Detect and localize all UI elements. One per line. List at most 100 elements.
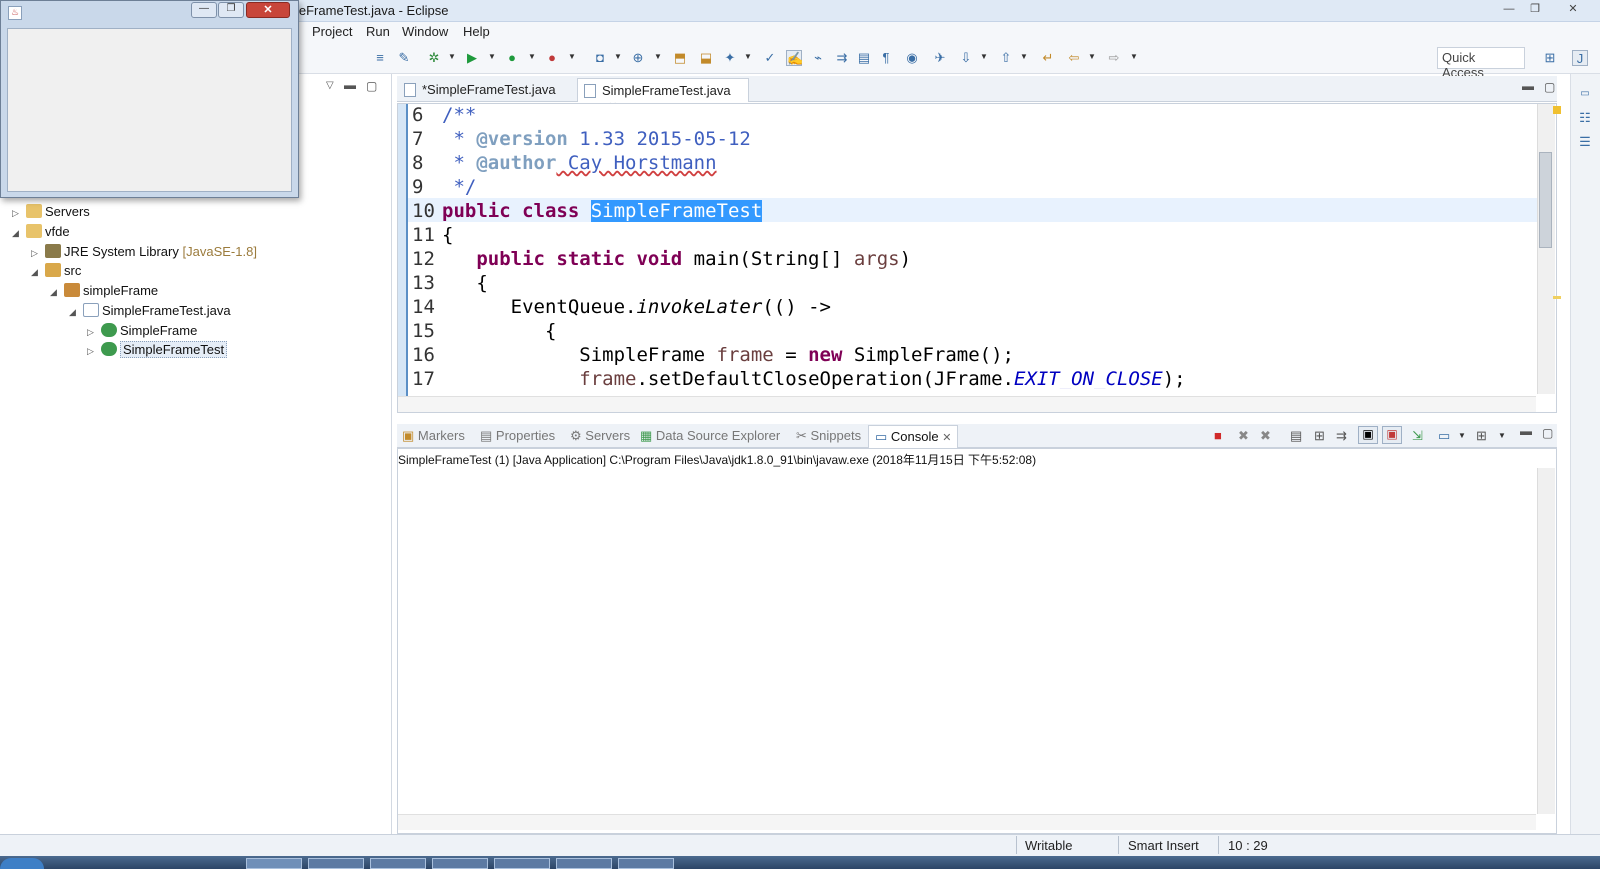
coverage-icon[interactable]: ● xyxy=(504,50,520,66)
pilcrow-icon[interactable]: ¶ xyxy=(878,50,894,66)
java-perspective-icon[interactable]: J xyxy=(1572,50,1588,66)
mark-occurrences-icon[interactable]: ✍ xyxy=(786,50,803,66)
taskbar-app-button[interactable] xyxy=(556,858,612,869)
tree-item-class-simpleframetest[interactable]: ▷ SimpleFrameTest xyxy=(87,341,228,362)
open-task-icon[interactable]: ⬓ xyxy=(698,50,714,66)
overview-occurrence-marker[interactable] xyxy=(1553,296,1561,299)
tree-item-vfde[interactable]: ◢ vfde xyxy=(12,224,70,244)
expand-arrow-icon[interactable]: ▷ xyxy=(87,327,97,338)
maximize-console-icon[interactable]: ▢ xyxy=(1542,426,1553,440)
expand-arrow-icon[interactable]: ▷ xyxy=(12,208,22,219)
view-menu-icon[interactable]: ▽ xyxy=(326,80,334,91)
terminate-icon[interactable]: ■ xyxy=(1214,428,1222,443)
show-on-stdout-icon[interactable]: ▣ xyxy=(1358,426,1378,444)
external-tools-icon[interactable]: ● xyxy=(544,50,560,66)
tree-item-java-file[interactable]: ◢ SimpleFrameTest.java xyxy=(69,303,231,323)
tab-snippets[interactable]: ✂ Snippets xyxy=(796,428,861,444)
remove-launch-icon[interactable]: ✖ xyxy=(1238,428,1249,444)
open-console-dropdown-icon[interactable]: ▼ xyxy=(1498,431,1506,440)
expand-arrow-icon[interactable]: ▷ xyxy=(31,248,41,259)
console-view[interactable] xyxy=(397,448,1557,834)
collapse-arrow-icon[interactable]: ◢ xyxy=(69,307,79,318)
run-icon[interactable]: ▶ xyxy=(464,50,480,66)
search-dropdown-icon[interactable]: ▼ xyxy=(744,52,752,61)
menu-run[interactable]: Run xyxy=(366,24,390,39)
frame-maximize-button[interactable]: ❐ xyxy=(218,2,244,18)
open-perspective-icon[interactable]: ⊞ xyxy=(1542,50,1558,66)
minimize-console-icon[interactable]: ▬ xyxy=(1520,424,1532,438)
back-icon[interactable]: ⇦ xyxy=(1066,50,1082,66)
run-dropdown-icon[interactable]: ▼ xyxy=(488,52,496,61)
console-horizontal-scrollbar[interactable] xyxy=(398,814,1536,830)
open-console-icon[interactable]: ⊞ xyxy=(1476,428,1487,444)
block-selection-icon[interactable]: ⌁ xyxy=(810,50,826,66)
forward-dropdown-icon[interactable]: ▼ xyxy=(1130,52,1138,61)
tab-properties[interactable]: ▤ Properties xyxy=(480,428,555,444)
collapse-arrow-icon[interactable]: ◢ xyxy=(31,267,41,278)
taskbar-app-button[interactable] xyxy=(618,858,674,869)
taskbar-app-button[interactable] xyxy=(246,858,302,869)
menu-window[interactable]: Window xyxy=(402,24,448,39)
new-class-dropdown-icon[interactable]: ▼ xyxy=(654,52,662,61)
last-edit-location-icon[interactable]: ↵ xyxy=(1040,50,1056,66)
coverage-dropdown-icon[interactable]: ▼ xyxy=(528,52,536,61)
menu-project[interactable]: Project xyxy=(312,24,352,39)
back-dropdown-icon[interactable]: ▼ xyxy=(1088,52,1096,61)
minimize-button[interactable]: — xyxy=(1496,1,1522,18)
outline-icon[interactable]: ☷ xyxy=(1577,110,1593,126)
tree-item-class-simpleframe[interactable]: ▷ SimpleFrame xyxy=(87,323,197,343)
new-java-project-icon[interactable]: ◘ xyxy=(592,50,608,66)
new-class-icon[interactable]: ⊕ xyxy=(630,50,646,66)
editor-vertical-scrollbar[interactable] xyxy=(1537,104,1555,394)
word-wrap-icon[interactable]: ⇉ xyxy=(834,50,850,66)
tree-item-src[interactable]: ◢ src xyxy=(31,263,81,283)
forward-icon[interactable]: ⇨ xyxy=(1106,50,1122,66)
new-dropdown-icon[interactable]: ▼ xyxy=(614,52,622,61)
collapse-arrow-icon[interactable]: ◢ xyxy=(12,228,22,239)
maximize-button[interactable]: ❐ xyxy=(1522,1,1548,18)
quick-access-field[interactable]: Quick Access xyxy=(1437,47,1525,80)
clear-console-icon[interactable]: ▤ xyxy=(1290,428,1302,444)
tab-servers[interactable]: ⚙ Servers xyxy=(570,428,630,444)
taskbar-app-button[interactable] xyxy=(370,858,426,869)
tab-simpleframetest[interactable]: SimpleFrameTest.java ✕ xyxy=(577,78,749,113)
search-icon[interactable]: ✦ xyxy=(722,50,738,66)
tree-item-simpleframe-package[interactable]: ◢ simpleFrame xyxy=(50,283,158,303)
status-insert-mode[interactable]: Smart Insert xyxy=(1128,838,1199,853)
start-button[interactable] xyxy=(0,858,44,869)
debug-icon[interactable]: ✲ xyxy=(426,50,442,66)
maximize-view-icon[interactable]: ▢ xyxy=(366,79,377,93)
next-annotation-icon[interactable]: ⇩ xyxy=(958,50,974,66)
show-on-stderr-icon[interactable]: ▣ xyxy=(1382,426,1402,444)
close-button[interactable]: ✕ xyxy=(1560,1,1586,18)
tab-console[interactable]: ▭ Console ✕ xyxy=(868,425,959,448)
prev-annotation-icon[interactable]: ⇧ xyxy=(998,50,1014,66)
overview-warning-marker[interactable] xyxy=(1553,106,1561,114)
status-cursor-position[interactable]: 10 : 29 xyxy=(1228,838,1268,853)
tab-markers[interactable]: ▣ Markers xyxy=(402,428,465,444)
display-console-dropdown-icon[interactable]: ▼ xyxy=(1458,431,1466,440)
tree-item-jre-library[interactable]: ▷ JRE System Library [JavaSE-1.8] xyxy=(31,244,257,264)
tab-dirty-simpleframetest[interactable]: *SimpleFrameTest.java xyxy=(398,78,574,102)
minimize-view-icon[interactable]: ▬ xyxy=(344,78,356,92)
word-wrap-console-icon[interactable]: ⇉ xyxy=(1336,428,1347,444)
editor-scroll-thumb[interactable] xyxy=(1539,152,1552,248)
menu-help[interactable]: Help xyxy=(463,24,490,39)
toggle-ant-icon[interactable]: ✓ xyxy=(762,50,778,66)
restore-icon[interactable]: ▭ xyxy=(1577,86,1593,102)
scroll-lock-icon[interactable]: ⊞ xyxy=(1314,428,1325,444)
remove-all-terminated-icon[interactable]: ✖ xyxy=(1260,428,1271,444)
prev-annotation-dropdown-icon[interactable]: ▼ xyxy=(1020,52,1028,61)
editor-horizontal-scrollbar[interactable] xyxy=(398,396,1536,412)
taskbar-app-button[interactable] xyxy=(494,858,550,869)
tab-data-source-explorer[interactable]: ▦ Data Source Explorer xyxy=(640,428,780,444)
display-console-icon[interactable]: ▭ xyxy=(1438,428,1450,444)
run-history-icon[interactable]: ✎ xyxy=(396,50,412,66)
pin-console-icon[interactable]: ⇲ xyxy=(1412,428,1423,444)
task-list-icon[interactable]: ☰ xyxy=(1577,134,1593,150)
globe-icon[interactable]: ◉ xyxy=(904,50,920,66)
tree-item-servers[interactable]: ▷ Servers xyxy=(12,204,90,224)
debug-dropdown-icon[interactable]: ▼ xyxy=(448,52,456,61)
taskbar-app-button[interactable] xyxy=(308,858,364,869)
show-whitespace-icon[interactable]: ▤ xyxy=(856,50,872,66)
